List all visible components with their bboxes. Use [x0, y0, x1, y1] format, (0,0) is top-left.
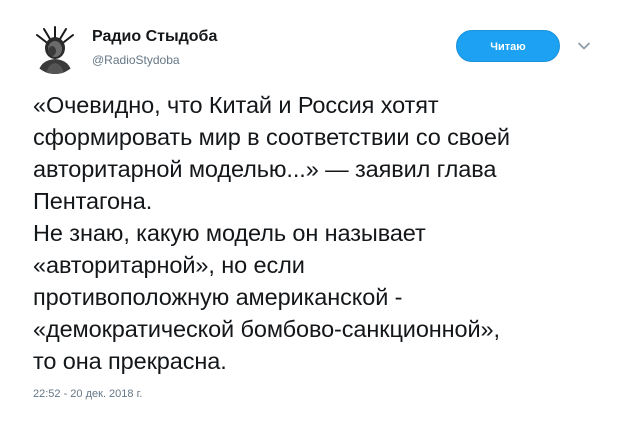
tweet-text-line: «авторитарной», но если — [33, 252, 305, 278]
tweet-text-line: противоположную американской - — [33, 284, 403, 310]
tweet-text-line: «Очевидно, что Китай и Россия хотят — [33, 92, 439, 118]
tweet-menu-button[interactable] — [576, 38, 592, 54]
statue-of-liberty-avatar-icon — [30, 24, 80, 74]
tweet-text-line: то она прекрасна. — [33, 348, 227, 374]
following-button[interactable]: Читаю — [456, 30, 560, 62]
tweet-text-line: авторитарной моделью...» — заявил глава — [33, 156, 497, 182]
chevron-down-icon — [578, 42, 590, 50]
tweet-text-line: «демократической бомбово-санкционной», — [33, 316, 500, 342]
tweet-timestamp[interactable]: 22:52 - 20 дек. 2018 г. — [33, 388, 142, 400]
tweet-card: Радио Стыдоба @RadioStydoba Читаю «Очеви… — [0, 0, 626, 424]
tweet-text-line: сформировать мир в соответствии со своей — [33, 124, 510, 150]
tweet-text: «Очевидно, что Китай и Россия хотят сфор… — [33, 89, 618, 377]
author-display-name[interactable]: Радио Стыдоба — [92, 28, 217, 46]
author-handle[interactable]: @RadioStydoba — [92, 53, 180, 67]
avatar[interactable] — [30, 24, 80, 74]
tweet-text-line: Не знаю, какую модель он называет — [33, 220, 426, 246]
tweet-text-line: Пентагона. — [33, 188, 153, 214]
